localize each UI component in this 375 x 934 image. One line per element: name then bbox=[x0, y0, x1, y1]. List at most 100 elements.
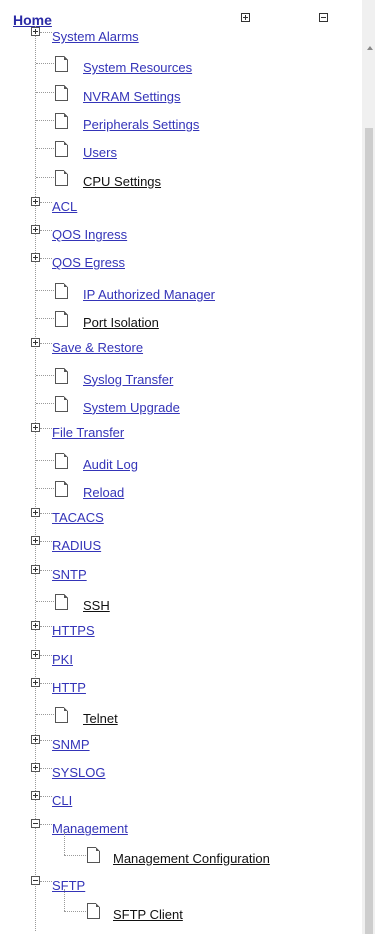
tree-connector bbox=[40, 258, 52, 260]
tree-folder-https[interactable]: HTTPS bbox=[0, 620, 360, 648]
tree-item-label[interactable]: System Alarms bbox=[52, 29, 139, 44]
tree-item-system-upgrade[interactable]: System Upgrade bbox=[0, 394, 360, 422]
page-icon bbox=[55, 480, 68, 497]
tree-item-nvram-settings[interactable]: NVRAM Settings bbox=[0, 83, 360, 111]
tree-folder-qos-ingress[interactable]: QOS Ingress bbox=[0, 224, 360, 252]
tree-item-label[interactable]: Telnet bbox=[83, 711, 118, 726]
tree-item-port-isolation[interactable]: Port Isolation bbox=[0, 309, 360, 337]
page-icon bbox=[55, 311, 68, 327]
tree-folder-snmp[interactable]: SNMP bbox=[0, 734, 360, 762]
tree-connector bbox=[40, 513, 52, 515]
tree-folder-management[interactable]: Management bbox=[0, 818, 360, 846]
tree-item-label[interactable]: HTTP bbox=[52, 680, 86, 695]
tree-item-audit-log[interactable]: Audit Log bbox=[0, 451, 360, 479]
tree-item-management-configuration[interactable]: Management Configuration bbox=[0, 832, 360, 875]
tree-item-label[interactable]: Peripherals Settings bbox=[83, 117, 199, 132]
tree-connector bbox=[40, 682, 52, 684]
tree-folder-qos-egress[interactable]: QOS Egress bbox=[0, 252, 360, 280]
tree-connector bbox=[40, 32, 52, 33]
tree-item-label[interactable]: SFTP Client bbox=[113, 907, 183, 922]
tree-folder-save-and-restore[interactable]: Save & Restore bbox=[0, 337, 360, 365]
tree-item-label[interactable]: HTTPS bbox=[52, 623, 95, 638]
tree-item-telnet[interactable]: Telnet bbox=[0, 705, 360, 733]
tree-item-label[interactable]: QOS Egress bbox=[52, 255, 125, 270]
expand-icon[interactable] bbox=[31, 536, 40, 546]
tree-item-label[interactable]: ACL bbox=[52, 199, 77, 214]
tree-folder-sftp[interactable]: SFTP bbox=[0, 875, 360, 903]
tree-item-label[interactable]: IP Authorized Manager bbox=[83, 287, 215, 302]
tree-folder-radius[interactable]: RADIUS bbox=[0, 535, 360, 563]
tree-item-label[interactable]: System Upgrade bbox=[83, 400, 180, 415]
tree-item-label[interactable]: CLI bbox=[52, 793, 72, 808]
scrollbar-thumb[interactable] bbox=[365, 128, 373, 934]
tree-connector bbox=[40, 739, 52, 741]
tree-connector bbox=[36, 402, 54, 404]
tree-item-label[interactable]: SNTP bbox=[52, 567, 87, 582]
expand-icon[interactable] bbox=[31, 564, 40, 574]
tree-item-label[interactable]: Save & Restore bbox=[52, 340, 143, 355]
tree-item-label[interactable]: QOS Ingress bbox=[52, 227, 127, 242]
tree-item-label[interactable]: SSH bbox=[83, 598, 110, 613]
tree-item-label[interactable]: TACACS bbox=[52, 510, 104, 525]
tree-item-users[interactable]: Users bbox=[0, 139, 360, 167]
tree-item-reload[interactable]: Reload bbox=[0, 479, 360, 507]
page-icon bbox=[55, 594, 68, 610]
expand-icon[interactable] bbox=[31, 791, 40, 801]
collapse-icon[interactable] bbox=[31, 819, 40, 829]
expand-icon[interactable] bbox=[31, 734, 40, 744]
tree-item-ssh[interactable]: SSH bbox=[0, 592, 360, 620]
tree-connector bbox=[36, 374, 54, 376]
tree-folder-syslog[interactable]: SYSLOG bbox=[0, 762, 360, 790]
tree-item-label[interactable]: Syslog Transfer bbox=[83, 372, 173, 387]
tree-connector bbox=[40, 230, 52, 232]
tree-item-syslog-transfer[interactable]: Syslog Transfer bbox=[0, 366, 360, 394]
navigation-tree-panel: Home System Alarms System Resources NVRAM … bbox=[0, 0, 375, 934]
page-icon bbox=[55, 282, 68, 299]
tree-item-label[interactable]: SFTP bbox=[52, 878, 85, 893]
tree-folder-http[interactable]: HTTP bbox=[0, 677, 360, 705]
tree-folder-acl[interactable]: ACL bbox=[0, 196, 360, 224]
collapse-all-icon[interactable] bbox=[319, 13, 328, 22]
tree-folder-system-alarms[interactable]: System Alarms bbox=[0, 26, 360, 54]
expand-icon[interactable] bbox=[31, 27, 40, 36]
tree-item-label[interactable]: NVRAM Settings bbox=[83, 89, 181, 104]
tree-item-system-resources[interactable]: System Resources bbox=[0, 54, 360, 82]
tree-item-label[interactable]: Users bbox=[83, 145, 117, 160]
tree-item-label[interactable]: SYSLOG bbox=[52, 765, 105, 780]
tree-folder-cli[interactable]: CLI bbox=[0, 790, 360, 818]
tree-item-label[interactable]: Reload bbox=[83, 485, 124, 500]
tree-item-label[interactable]: File Transfer bbox=[52, 425, 124, 440]
tree-item-ip-authorized-manager[interactable]: IP Authorized Manager bbox=[0, 281, 360, 309]
tree-connector bbox=[36, 119, 54, 121]
tree-item-cpu-settings[interactable]: CPU Settings bbox=[0, 168, 360, 196]
tree-item-label[interactable]: Management Configuration bbox=[113, 851, 270, 866]
expand-icon[interactable] bbox=[31, 423, 40, 433]
tree-item-label[interactable]: RADIUS bbox=[52, 538, 101, 553]
expand-all-icon[interactable] bbox=[241, 13, 250, 22]
expand-icon[interactable] bbox=[31, 762, 40, 772]
tree-item-sftp-client[interactable]: SFTP Client bbox=[0, 889, 360, 931]
expand-icon[interactable] bbox=[31, 649, 40, 659]
tree-item-label[interactable]: Port Isolation bbox=[83, 315, 159, 330]
expand-icon[interactable] bbox=[31, 253, 40, 263]
tree-folder-pki[interactable]: PKI bbox=[0, 649, 360, 677]
expand-icon[interactable] bbox=[31, 225, 40, 235]
tree-folder-sntp[interactable]: SNTP bbox=[0, 564, 360, 592]
tree-item-label[interactable]: System Resources bbox=[83, 60, 192, 75]
tree-connector bbox=[36, 487, 54, 489]
expand-icon[interactable] bbox=[31, 196, 40, 206]
tree-folder-tacacs[interactable]: TACACS bbox=[0, 507, 360, 535]
expand-icon[interactable] bbox=[31, 338, 40, 348]
scroll-up-arrow-icon[interactable] bbox=[367, 46, 373, 50]
tree-item-label[interactable]: Audit Log bbox=[83, 457, 138, 472]
tree-folder-file-transfer[interactable]: File Transfer bbox=[0, 422, 360, 450]
tree-item-label[interactable]: CPU Settings bbox=[83, 174, 161, 189]
tree-item-peripherals-settings[interactable]: Peripherals Settings bbox=[0, 111, 360, 139]
expand-icon[interactable] bbox=[31, 677, 40, 687]
tree-item-label[interactable]: SNMP bbox=[52, 737, 90, 752]
expand-icon[interactable] bbox=[31, 621, 40, 631]
expand-icon[interactable] bbox=[31, 508, 40, 518]
page-icon bbox=[55, 141, 68, 158]
tree-item-label[interactable]: PKI bbox=[52, 652, 73, 667]
collapse-icon[interactable] bbox=[31, 876, 40, 885]
